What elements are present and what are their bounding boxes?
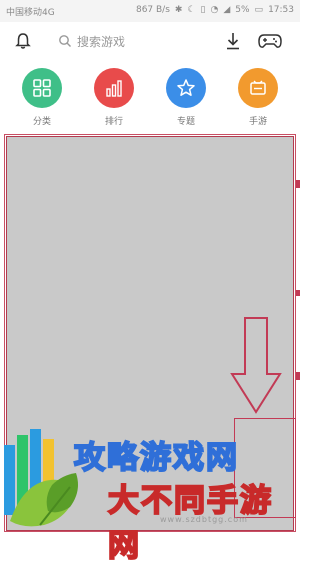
category-label: 分类 bbox=[32, 117, 51, 127]
edge-marker bbox=[296, 290, 300, 296]
battery-icon: ▭ bbox=[254, 5, 264, 15]
vibrate-icon: ▯ bbox=[200, 5, 206, 15]
status-right-group: 867 B/s ✱ ☾ ▯ ◔ ◢ 5% ▭ 17:53 bbox=[136, 5, 294, 15]
battery-percent: 5% bbox=[235, 5, 250, 15]
category-label: 专题 bbox=[176, 117, 195, 127]
bell-icon[interactable] bbox=[14, 32, 32, 50]
top-bar: 搜索游戏 bbox=[0, 24, 300, 58]
category-circle bbox=[166, 68, 206, 108]
gamepad-icon[interactable] bbox=[258, 33, 282, 49]
wifi-icon: ◔ bbox=[210, 5, 219, 15]
star-icon bbox=[177, 79, 195, 96]
down-arrow-annotation bbox=[230, 317, 282, 414]
moon-icon: ☾ bbox=[187, 5, 196, 15]
signal-icon: ◢ bbox=[223, 5, 231, 15]
category-label: 手游 bbox=[248, 117, 267, 127]
category-shortcuts: 分类 排行 专题 手游 bbox=[0, 68, 300, 130]
clock: 17:53 bbox=[268, 5, 294, 15]
game-box-icon bbox=[250, 80, 266, 95]
category-circle bbox=[94, 68, 134, 108]
category-label: 排行 bbox=[104, 117, 123, 127]
edge-marker bbox=[296, 180, 300, 188]
watermark-url: www.szdbtgg.com bbox=[160, 515, 248, 524]
carrier-label: 中国移动4G bbox=[6, 8, 55, 18]
search-placeholder: 搜索游戏 bbox=[77, 34, 126, 49]
bar-chart-icon bbox=[106, 80, 122, 97]
watermark-line1: 攻略游戏网 bbox=[73, 439, 239, 477]
search-icon bbox=[59, 35, 71, 47]
status-bar: 中国移动4G 867 B/s ✱ ☾ ▯ ◔ ◢ 5% ▭ 17:53 bbox=[0, 0, 300, 22]
edge-marker bbox=[296, 372, 300, 380]
download-icon[interactable] bbox=[224, 31, 242, 51]
category-classify[interactable]: 分类 bbox=[14, 68, 70, 130]
network-speed: 867 B/s bbox=[135, 5, 170, 15]
category-circle bbox=[238, 68, 278, 108]
category-circle bbox=[22, 68, 62, 108]
category-ranking[interactable]: 排行 bbox=[86, 68, 142, 130]
category-topics[interactable]: 专题 bbox=[158, 68, 214, 130]
search-box[interactable]: 搜索游戏 bbox=[58, 30, 208, 52]
bluetooth-icon: ✱ bbox=[174, 5, 183, 15]
grid-icon bbox=[33, 79, 51, 97]
category-mobile-games[interactable]: 手游 bbox=[230, 68, 286, 130]
